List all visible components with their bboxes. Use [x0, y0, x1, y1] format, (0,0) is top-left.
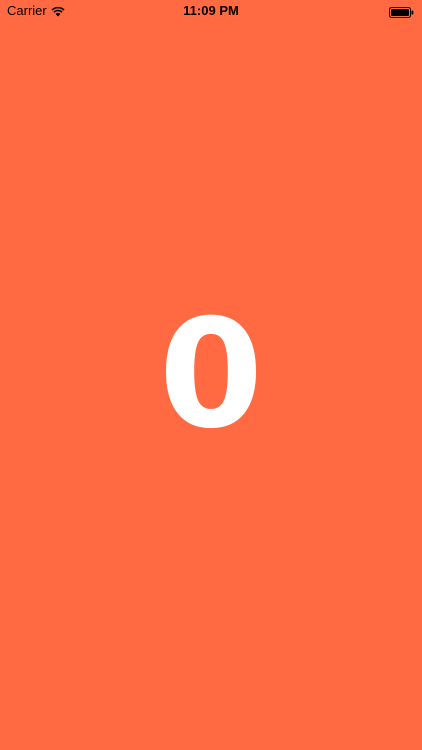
- battery-icon: [389, 5, 414, 18]
- counter-display[interactable]: 0: [0, 290, 422, 460]
- status-time: 11:09 PM: [183, 3, 239, 18]
- status-bar: Carrier 11:09 PM: [0, 0, 422, 22]
